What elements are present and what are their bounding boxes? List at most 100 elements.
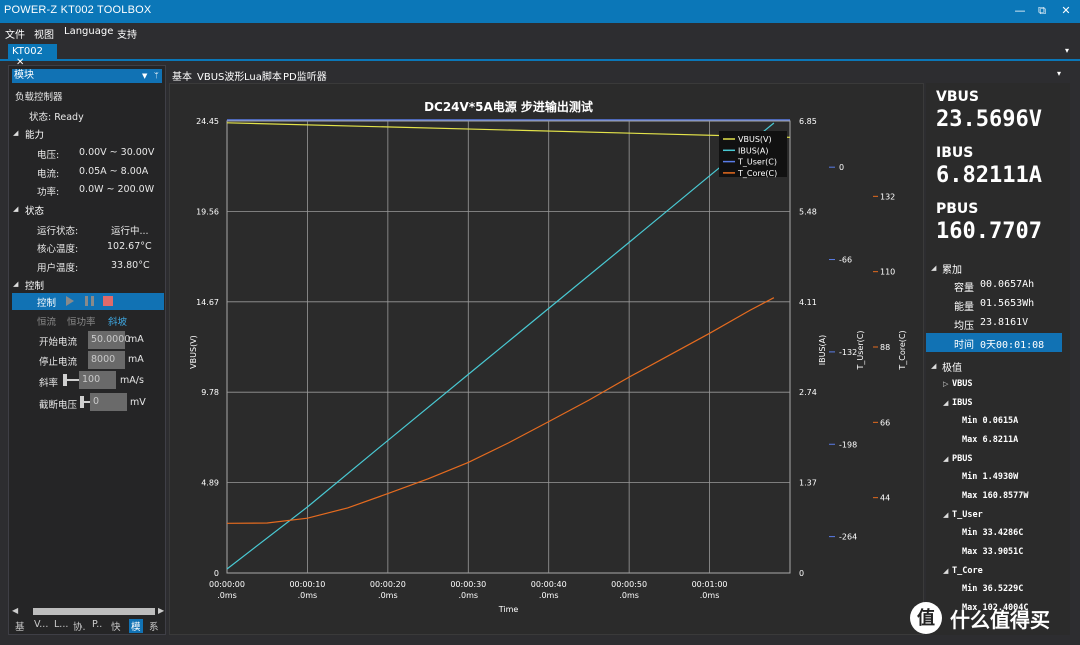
ibus-tick-label: 1.37	[799, 479, 817, 488]
mode-cp[interactable]: 恒功率	[67, 314, 96, 328]
acc-avgv-value: 23.8161V	[980, 317, 1029, 328]
acc-avgv-label: 均压	[954, 321, 974, 332]
section-control[interactable]: 控制	[25, 278, 44, 292]
ext-ibus[interactable]: IBUS	[952, 398, 972, 408]
ext-tuser-min: Min 33.4286C	[962, 528, 1024, 538]
menu-view[interactable]: 视图	[34, 26, 54, 41]
x-tick-label: .0ms	[700, 591, 720, 600]
horizontal-scrollbar[interactable]: ◀ ▶	[12, 606, 164, 616]
bottom-tab[interactable]: V...	[34, 619, 48, 630]
ibus-label: IBUS	[936, 145, 974, 161]
y-tick-label: 24.45	[196, 117, 219, 126]
readout-panel: VBUS 23.5696V IBUS 6.82111A PBUS 160.770…	[926, 83, 1070, 635]
mode-cc[interactable]: 恒流	[37, 314, 56, 328]
menu-file[interactable]: 文件	[5, 26, 25, 41]
ability-power-label: 功率:	[37, 187, 60, 198]
expand-icon[interactable]: ▷	[943, 380, 948, 388]
x-tick-label: 00:00:10	[289, 580, 325, 589]
collapse-icon[interactable]: ◢	[931, 362, 936, 370]
user-temp-value: 33.80°C	[111, 260, 150, 271]
tcore-tick-label: 88	[880, 343, 890, 352]
cutoff-voltage-label: 截断电压	[39, 400, 78, 411]
view-tabs: 基本 VBUS波形 Lua脚本 PD监听器 ▾	[169, 65, 1070, 83]
section-ability[interactable]: 能力	[25, 127, 44, 141]
ext-vbus[interactable]: VBUS	[952, 379, 972, 389]
scrollbar-thumb[interactable]	[33, 608, 155, 615]
tab-pd-monitor[interactable]: PD监听器	[283, 68, 327, 83]
stop-current-label: 停止电流	[39, 357, 78, 368]
play-icon[interactable]	[66, 296, 74, 306]
tuser-tick-label: 0	[839, 163, 844, 172]
collapse-icon[interactable]: ◢	[943, 511, 948, 519]
slope-input[interactable]: 100	[79, 371, 116, 389]
control-row[interactable]: 控制	[12, 293, 164, 310]
collapse-icon[interactable]: ◢	[931, 264, 936, 272]
tab-dropdown-icon[interactable]: ▾	[1057, 69, 1061, 78]
ibus-tick-label: 2.74	[799, 388, 817, 397]
collapse-icon[interactable]: ◢	[13, 205, 18, 213]
bottom-tab-active[interactable]: 模	[129, 619, 143, 633]
ext-tcore[interactable]: T_Core	[952, 566, 983, 576]
ext-tuser[interactable]: T_User	[952, 510, 983, 520]
state-running-label: 运行状态:	[37, 226, 79, 237]
cutoff-voltage-input[interactable]: 0	[90, 393, 127, 411]
bottom-tab[interactable]: 基	[15, 619, 25, 633]
collapse-icon[interactable]: ◢	[943, 567, 948, 575]
minimize-button[interactable]: —	[1012, 3, 1028, 19]
x-tick-label: .0ms	[458, 591, 478, 600]
bottom-tab[interactable]: 系	[149, 619, 159, 633]
collapse-icon[interactable]: ◢	[943, 399, 948, 407]
ext-title[interactable]: 极值	[942, 359, 962, 374]
bottom-tab[interactable]: 协.	[73, 619, 86, 633]
tab-basic[interactable]: 基本	[172, 68, 192, 83]
tab-vbus-wave[interactable]: VBUS波形	[197, 68, 244, 83]
core-temp-value: 102.67°C	[107, 241, 152, 252]
main-panel: 基本 VBUS波形 Lua脚本 PD监听器 ▾ 00:00:00.0ms 00:0…	[169, 65, 1070, 635]
collapse-icon[interactable]: ◢	[943, 455, 948, 463]
stop-current-input[interactable]: 8000	[88, 351, 125, 369]
stop-icon[interactable]	[103, 296, 113, 306]
ext-pbus[interactable]: PBUS	[952, 454, 972, 464]
chart-title: DC24V*5A电源 步进输出测试	[424, 99, 593, 114]
vbus-value: 23.5696V	[936, 107, 1042, 132]
collapse-icon[interactable]: ◢	[13, 129, 18, 137]
bottom-tab[interactable]: L...	[54, 619, 68, 630]
acc-title[interactable]: 累加	[942, 261, 962, 276]
x-tick-label: 00:00:40	[531, 580, 567, 589]
start-current-input[interactable]: 50.0000	[88, 331, 130, 349]
control-label: 控制	[37, 298, 57, 309]
doc-dropdown-icon[interactable]: ▾	[1065, 46, 1069, 55]
scroll-right-icon[interactable]: ▶	[158, 606, 164, 615]
tuser-tick-label: -132	[839, 348, 857, 357]
tab-lua[interactable]: Lua脚本	[244, 68, 282, 83]
menu-language[interactable]: Language	[64, 26, 113, 37]
user-temp-label: 用户温度:	[37, 263, 79, 274]
pin-icon[interactable]: ᛘ	[154, 69, 159, 83]
ibus-value: 6.82111A	[936, 163, 1042, 188]
bottom-tab[interactable]: 快	[111, 619, 121, 633]
ability-current-value: 0.05A ~ 8.00A	[79, 166, 149, 177]
module-panel: 模块 ▼ ᛘ 负载控制器 状态: Ready ◢ 能力 电压: 0.00V ~ …	[8, 65, 166, 635]
acc-time-row[interactable]: 时间 0天00:01:08	[926, 333, 1062, 352]
y-tick-label: 14.67	[196, 298, 219, 307]
plot-frame	[226, 120, 791, 574]
panel-menu-icon[interactable]: ▼	[142, 69, 147, 83]
ext-pbus-max: Max 160.8577W	[962, 491, 1029, 501]
slope-slider-track[interactable]	[67, 379, 79, 381]
scroll-left-icon[interactable]: ◀	[12, 606, 18, 615]
pause-icon[interactable]	[85, 296, 94, 306]
core-temp-label: 核心温度:	[37, 244, 79, 255]
ext-tcore-min: Min 36.5229C	[962, 584, 1024, 594]
restore-button[interactable]: ⧉	[1034, 3, 1050, 19]
doc-tab-kt002[interactable]: KT002 ✕	[8, 44, 57, 68]
section-state[interactable]: 状态	[25, 203, 44, 217]
mode-ramp[interactable]: 斜坡	[108, 314, 127, 328]
collapse-icon[interactable]: ◢	[13, 280, 18, 288]
start-current-unit: mA	[128, 334, 144, 345]
y-tick-label: 19.56	[196, 207, 219, 216]
menu-support[interactable]: 支持	[117, 26, 137, 41]
ibus-axis-title: IBUS(A)	[818, 335, 827, 366]
close-button[interactable]: ✕	[1058, 3, 1074, 19]
x-tick-label: .0ms	[217, 591, 237, 600]
bottom-tab[interactable]: P..	[92, 619, 102, 630]
